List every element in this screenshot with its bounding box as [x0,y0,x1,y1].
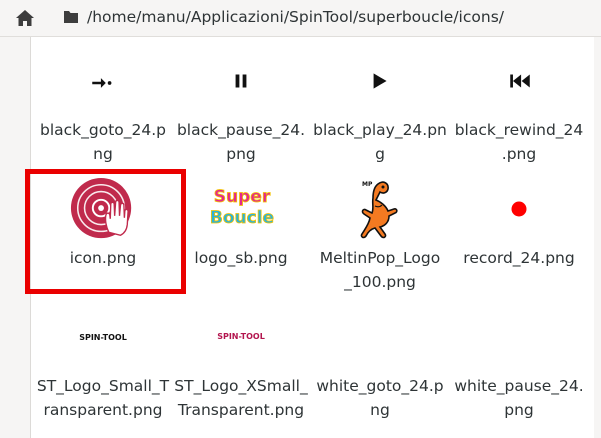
svg-text:MP: MP [362,181,373,188]
meltinpop-logo: MP [360,181,398,239]
file-st-logo-small[interactable]: SPIN-TOOL ST_Logo_Small_T ransparent.png [33,298,173,428]
file-label: white_goto_24.p ng [316,377,444,419]
superboucle-logo: Super Boucle [210,187,275,228]
white-goto-icon [370,332,390,342]
rewind-icon [510,74,530,88]
white-pause-icon [513,330,525,344]
file-meltinpop-logo[interactable]: MP MeltinPop_Logo _100.png [310,166,450,291]
scrollbar-track[interactable] [594,37,601,438]
sidebar-edge [0,37,31,438]
file-black-rewind[interactable]: black_rewind_24 .png [449,56,589,166]
file-icon[interactable]: icon.png [33,166,173,286]
file-label: ST_Logo_Small_T ransparent.png [36,377,170,419]
file-record[interactable]: record_24.png [449,166,589,286]
folder-icon [64,11,78,23]
file-label: black_goto_24.p ng [39,121,166,163]
path-text[interactable]: /home/manu/Applicazioni/SpinTool/superbo… [87,6,504,28]
file-label: logo_sb.png [194,249,288,267]
spintool-logo-pink: SPIN-TOOL [217,332,265,341]
file-label: record_24.png [463,249,575,267]
spintool-logo-black: SPIN-TOOL [79,333,127,342]
home-icon[interactable] [15,9,35,27]
file-label: black_pause_24. png [176,121,306,163]
svg-text:SPIN-TOOL: SPIN-TOOL [79,333,127,342]
file-black-play[interactable]: black_play_24.pn g [310,56,450,166]
vinyl-hand-icon [70,177,132,239]
file-label: black_play_24.pn g [313,121,447,163]
svg-text:SPIN-TOOL: SPIN-TOOL [217,332,265,341]
svg-text:Super: Super [214,187,271,207]
pause-icon [235,74,247,88]
file-label: MeltinPop_Logo _100.png [319,249,441,291]
path-bar: /home/manu/Applicazioni/SpinTool/superbo… [0,0,601,37]
svg-text:Boucle: Boucle [210,208,274,228]
file-black-pause[interactable]: black_pause_24. png [171,56,311,166]
file-white-pause[interactable]: white_pause_24. png [449,298,589,428]
file-label: white_pause_24. png [454,377,584,419]
file-black-goto[interactable]: black_goto_24.p ng [33,56,173,166]
play-icon [373,73,387,89]
file-st-logo-xsmall[interactable]: SPIN-TOOL ST_Logo_XSmall_ Transparent.pn… [171,298,311,428]
file-label: black_rewind_24 .png [454,121,584,163]
file-white-goto[interactable]: white_goto_24.p ng [310,298,450,428]
file-logo-sb[interactable]: Super Boucle logo_sb.png [171,166,311,286]
file-label: icon.png [69,249,137,267]
goto-arrow-icon [92,78,112,88]
record-dot-icon [511,201,527,217]
file-label: ST_Logo_XSmall_ Transparent.png [174,377,308,419]
